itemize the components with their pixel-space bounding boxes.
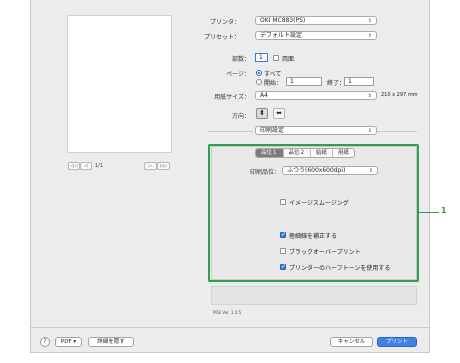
duplex-checkbox[interactable] — [273, 55, 279, 61]
preset-label: プリセット： — [203, 34, 240, 41]
stepper-icon: ⇕ — [367, 128, 372, 134]
first-page-button[interactable]: ◁◁ — [68, 162, 80, 170]
orientation-label: 方向： — [231, 113, 250, 120]
help-button[interactable]: ? — [40, 337, 50, 347]
highlight-frame — [208, 144, 419, 282]
pages-label: ページ： — [226, 71, 250, 78]
stepper-icon: ⇕ — [367, 18, 372, 24]
pages-to-label: 終了： — [327, 80, 346, 87]
copies-label: 部数： — [231, 56, 250, 63]
preview-pager: ◁◁ ◁ 1/1 ▷ ▷▷ — [68, 162, 176, 171]
callout-line — [419, 212, 439, 213]
info-area — [211, 286, 417, 305]
stepper-icon: ⇕ — [367, 33, 372, 39]
section-select[interactable]: 印刷設定 ⇕ — [255, 126, 377, 135]
hide-details-button[interactable]: 詳細を隠す — [88, 337, 134, 347]
pdf-label: PDF — [60, 339, 72, 345]
stepper-icon: ⇕ — [367, 93, 372, 99]
cancel-button[interactable]: キャンセル — [330, 337, 373, 347]
copies-input[interactable]: 1 — [255, 53, 268, 62]
paper-size-label: 用紙サイズ： — [214, 94, 250, 101]
last-page-button[interactable]: ▷▷ — [157, 162, 170, 170]
next-page-button[interactable]: ▷ — [144, 162, 157, 170]
version-text: PDE Ver. 1.0.5 — [213, 310, 242, 315]
portrait-button[interactable]: ⬍ — [256, 108, 268, 119]
paper-dimensions: 210 x 297 mm — [381, 92, 418, 98]
printer-value: OKI MC883(PS) — [260, 17, 306, 24]
page-preview — [67, 15, 172, 153]
landscape-button[interactable]: ⬌ — [273, 108, 285, 119]
pdf-button[interactable]: PDF ▾ — [55, 337, 82, 347]
portrait-icon: ⬍ — [259, 109, 265, 117]
pages-from-label: 開始： — [264, 80, 283, 87]
page-indicator: 1/1 — [95, 163, 104, 169]
paper-size-select[interactable]: A4 ⇕ — [255, 91, 377, 100]
paper-size-value: A4 — [260, 92, 268, 99]
pages-to-input[interactable]: 1 — [344, 77, 374, 86]
printer-select[interactable]: OKI MC883(PS) ⇕ — [255, 16, 377, 25]
landscape-icon: ⬌ — [276, 109, 282, 117]
section-value: 印刷設定 — [260, 127, 285, 134]
bottom-divider — [30, 327, 430, 328]
duplex-label: 両面 — [282, 56, 295, 63]
divider-right — [377, 131, 417, 132]
divider-left — [208, 131, 253, 132]
preset-select[interactable]: デフォルト設定 ⇕ — [255, 31, 377, 40]
pages-range-radio[interactable] — [256, 79, 262, 85]
printer-label: プリンタ： — [209, 19, 240, 26]
prev-page-button[interactable]: ◁ — [80, 162, 92, 170]
chevron-down-icon: ▾ — [73, 339, 77, 345]
pages-all-label: すべて — [264, 71, 282, 78]
pages-all-radio[interactable] — [256, 70, 262, 76]
preset-value: デフォルト設定 — [260, 32, 303, 39]
pages-from-input[interactable]: 1 — [286, 77, 322, 86]
print-button[interactable]: プリント — [377, 337, 417, 347]
callout-number: 1 — [441, 206, 447, 215]
